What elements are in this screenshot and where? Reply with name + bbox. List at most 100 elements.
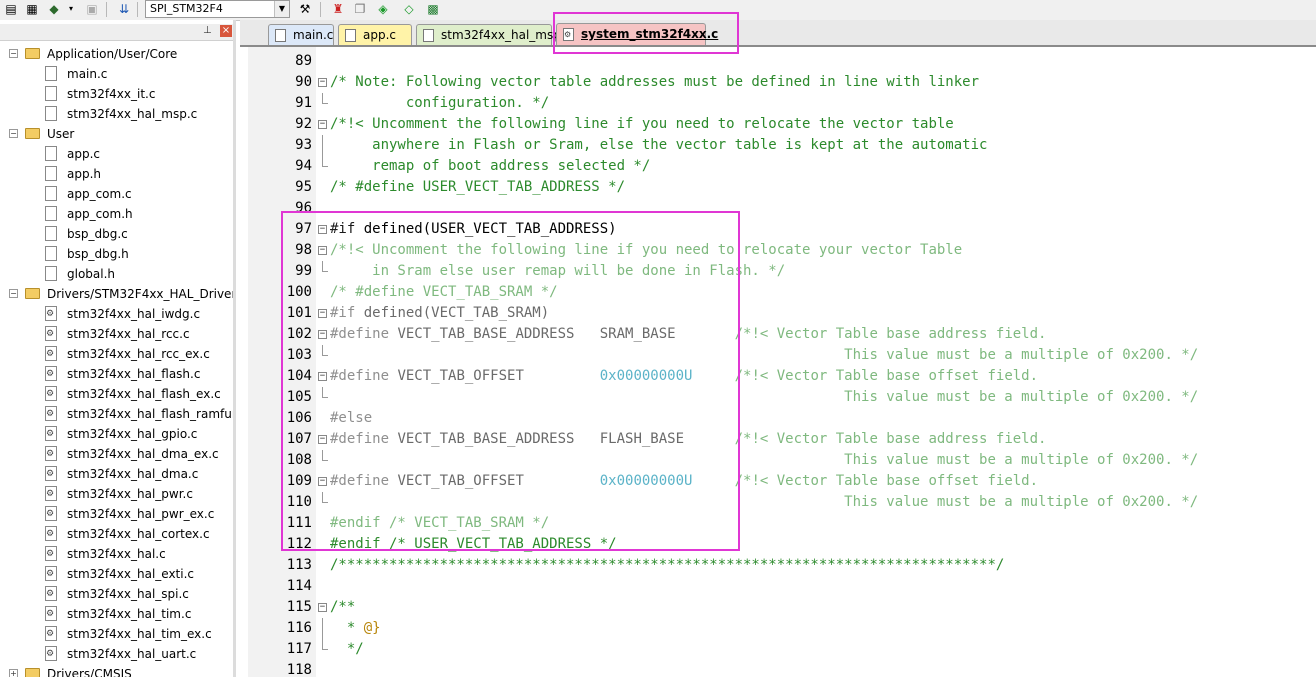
tree-item-label: stm32f4xx_hal_exti.c: [67, 567, 194, 581]
tree-group[interactable]: − Drivers/STM32F4xx_HAL_Driver: [0, 284, 235, 304]
code-text: #define VECT_TAB_OFFSET 0x00000000U /*!<…: [330, 366, 1038, 387]
fold-toggle-icon[interactable]: −: [318, 372, 327, 381]
tree-item-label: stm32f4xx_hal_rcc_ex.c: [67, 347, 210, 361]
tree-file[interactable]: stm32f4xx_hal_flash_ramfunc: [0, 404, 235, 424]
tree-file[interactable]: app_com.c: [0, 184, 232, 204]
code-token: /*!< Uncomment the following line if you…: [330, 242, 963, 258]
line-number: 102: [286, 326, 312, 342]
tree-file[interactable]: bsp_dbg.c: [0, 224, 232, 244]
tree-file[interactable]: stm32f4xx_hal_dma.c: [0, 464, 232, 484]
tree-file[interactable]: stm32f4xx_hal_gpio.c: [0, 424, 232, 444]
tree-group[interactable]: + Drivers/CMSIS: [0, 664, 232, 677]
fold-toggle-icon[interactable]: −: [318, 435, 327, 444]
code-text: /* Note: Following vector table addresse…: [330, 72, 979, 93]
tree-group[interactable]: − User: [0, 124, 232, 144]
code-token: #endif /* VECT_TAB_SRAM */: [330, 515, 550, 531]
tree-group[interactable]: − Application/User/Core: [0, 44, 232, 64]
toolbar-separator: [320, 2, 321, 17]
tree-file[interactable]: stm32f4xx_hal.c: [0, 544, 232, 564]
config-icon[interactable]: ▩: [425, 1, 441, 17]
code-line: 106 #else: [248, 408, 1316, 429]
fold-toggle-icon[interactable]: −: [318, 225, 327, 234]
chevron-down-icon[interactable]: ▼: [274, 1, 289, 17]
tree-file[interactable]: stm32f4xx_it.c: [0, 84, 232, 104]
code-text: anywhere in Flash or Sram, else the vect…: [330, 135, 987, 156]
fold-toggle-icon[interactable]: −: [318, 120, 327, 129]
tree-file[interactable]: stm32f4xx_hal_rcc_ex.c: [0, 344, 232, 364]
tab-stm32f4xx-hal-msp-c[interactable]: stm32f4xx_hal_msp.c: [416, 24, 571, 45]
tab-main-c[interactable]: main.c: [268, 24, 334, 45]
collapse-icon[interactable]: −: [9, 49, 18, 58]
line-number: 89: [295, 53, 312, 69]
code-text: #endif /* VECT_TAB_SRAM */: [330, 513, 549, 534]
tab-app-c[interactable]: app.c: [338, 24, 412, 45]
tree-file[interactable]: stm32f4xx_hal_dma_ex.c: [0, 444, 232, 464]
collapse-icon[interactable]: −: [9, 129, 18, 138]
fold-toggle-icon[interactable]: −: [318, 246, 327, 255]
tree-item-label: bsp_dbg.h: [67, 247, 129, 261]
code-line: 110 This value must be a multiple of 0x2…: [248, 492, 1316, 513]
tree-file[interactable]: app.h: [0, 164, 232, 184]
tree-file[interactable]: stm32f4xx_hal_pwr.c: [0, 484, 232, 504]
collapse-icon[interactable]: −: [9, 289, 18, 298]
line-number: 90: [295, 74, 312, 90]
line-number: 96: [295, 200, 312, 216]
close-icon[interactable]: ×: [220, 25, 232, 37]
tree-file[interactable]: main.c: [0, 64, 232, 84]
tree-file[interactable]: app.c: [0, 144, 232, 164]
expand-icon[interactable]: +: [9, 669, 18, 677]
tree-file[interactable]: stm32f4xx_hal_spi.c: [0, 584, 232, 604]
line-number: 112: [286, 536, 312, 552]
code-text: */: [330, 639, 364, 660]
tab-bar: main.c app.c stm32f4xx_hal_msp.c system_stm…: [240, 20, 1316, 47]
tree-file[interactable]: global.h: [0, 264, 232, 284]
tree-file[interactable]: stm32f4xx_hal_tim_ex.c: [0, 624, 232, 644]
fold-toggle-icon[interactable]: −: [318, 78, 327, 87]
tree-file[interactable]: stm32f4xx_hal_pwr_ex.c: [0, 504, 232, 524]
tree-file[interactable]: app_com.h: [0, 204, 232, 224]
load-icon[interactable]: ⇊: [116, 1, 132, 17]
tree-file[interactable]: stm32f4xx_hal_rcc.c: [0, 324, 232, 344]
tree-file[interactable]: stm32f4xx_hal_iwdg.c: [0, 304, 232, 324]
chevron-down-icon[interactable]: ▾: [63, 1, 79, 17]
batch-icon[interactable]: ▣: [84, 1, 100, 17]
tree-file[interactable]: stm32f4xx_hal_flash.c: [0, 364, 232, 384]
tree-file[interactable]: stm32f4xx_hal_exti.c: [0, 564, 232, 584]
code-line: 99 in Sram else user remap will be done …: [248, 261, 1316, 282]
tab-system-stm32f4xx-c[interactable]: system_stm32f4xx.c: [556, 23, 718, 45]
stack-icon[interactable]: ❐: [352, 1, 368, 17]
line-number: 91: [295, 95, 312, 111]
tree-file[interactable]: stm32f4xx_hal_flash_ex.c: [0, 384, 232, 404]
tree-file[interactable]: stm32f4xx_hal_uart.c: [0, 644, 232, 664]
fold-toggle-icon[interactable]: −: [318, 603, 327, 612]
tree-file[interactable]: bsp_dbg.h: [0, 244, 232, 264]
fold-toggle-icon[interactable]: −: [318, 309, 327, 318]
save-all-icon[interactable]: ▤: [3, 1, 19, 17]
lib-file-icon: [45, 406, 57, 421]
fold-toggle-icon[interactable]: −: [318, 477, 327, 486]
project-panel: ⊥ × − Application/User/Core main.c stm32f4x…: [0, 20, 236, 677]
project-icon[interactable]: ▦: [24, 1, 40, 17]
code-token: defined(VECT_TAB_SRAM): [355, 305, 550, 321]
layers-icon[interactable]: ◆: [46, 1, 62, 17]
target-select[interactable]: SPI_STM32F4 ▼: [145, 0, 290, 18]
sidebar-scrollbar[interactable]: [233, 20, 236, 677]
diamond-green-icon[interactable]: ◈: [375, 1, 391, 17]
code-line: 95 /* #define USER_VECT_TAB_ADDRESS */: [248, 177, 1316, 198]
pack-installer-icon[interactable]: ◇: [401, 1, 417, 17]
line-number: 107: [286, 431, 312, 447]
lib-file-icon: [45, 526, 57, 541]
code-token: *: [330, 620, 364, 636]
fold-toggle-icon[interactable]: −: [318, 330, 327, 339]
code-token: This value must be a multiple of 0x200. …: [330, 494, 1199, 510]
tree-file[interactable]: stm32f4xx_hal_cortex.c: [0, 524, 232, 544]
code-editor[interactable]: 89 90−/* Note: Following vector table add…: [248, 47, 1316, 678]
code-token: #define: [330, 473, 390, 489]
line-number: 111: [286, 515, 312, 531]
pin-icon[interactable]: ⊥: [203, 25, 212, 36]
tree-file[interactable]: stm32f4xx_hal_msp.c: [0, 104, 232, 124]
wand-icon[interactable]: ⚒: [297, 1, 313, 17]
tree-item-label: stm32f4xx_hal_pwr_ex.c: [67, 507, 215, 521]
manage-run-icon[interactable]: ♜: [330, 1, 346, 17]
tree-file[interactable]: stm32f4xx_hal_tim.c: [0, 604, 232, 624]
